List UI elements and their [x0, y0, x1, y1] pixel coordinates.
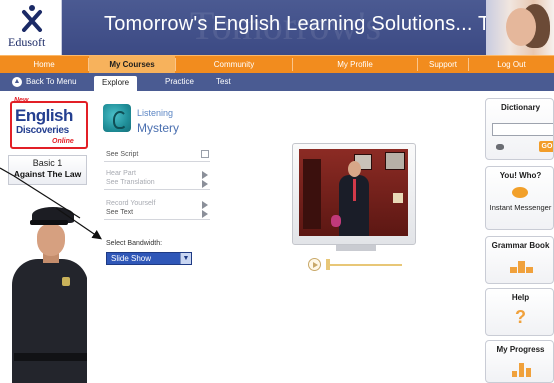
question-mark-icon: ? [515, 307, 526, 327]
nav-log-out[interactable]: Log Out [469, 56, 554, 73]
nav-my-courses[interactable]: My Courses [89, 56, 175, 73]
play-icon [202, 171, 208, 179]
help-widget[interactable]: Help ? [485, 288, 554, 336]
main-nav: Home My Courses Community My Profile Sup… [0, 55, 554, 73]
bandwidth-select[interactable]: Slide Show ▼ [106, 252, 192, 265]
illustration-belt [14, 353, 87, 361]
illustration-body [12, 259, 87, 383]
monitor-stand [336, 245, 376, 251]
video-scene-flowers [331, 215, 341, 227]
nav-support[interactable]: Support [418, 56, 468, 73]
dictionary-widget: Dictionary GO [485, 98, 554, 160]
play-icon [202, 180, 208, 188]
play-icon [202, 201, 208, 209]
tab-test[interactable]: Test [216, 77, 231, 86]
bandwidth-selected-value: Slide Show [111, 254, 152, 263]
dictionary-go-button[interactable]: GO [539, 141, 553, 152]
option-see-script[interactable]: See Script [104, 150, 210, 162]
course-sidebar: New English Discoveries Online Basic 1 A… [8, 93, 88, 383]
chevron-down-icon[interactable]: ▼ [180, 253, 191, 264]
grammar-blocks-icon [510, 261, 534, 273]
english-discoveries-logo[interactable]: New English Discoveries Online [10, 97, 88, 149]
video-progress-track[interactable] [328, 264, 402, 266]
progress-bars-icon [512, 363, 532, 377]
video-scene-tie [353, 179, 356, 201]
play-icon[interactable] [202, 210, 208, 218]
unit-title: Against The Law [13, 169, 82, 179]
dictionary-title: Dictionary [500, 103, 541, 112]
help-title: Help [511, 293, 530, 302]
see-script-checkbox[interactable] [201, 150, 209, 158]
english-discoveries-lesson-page: Tomorrow's Edusoft Tomorrow's English Le… [0, 0, 554, 383]
option-label: See Translation [106, 179, 155, 186]
back-to-menu-link[interactable]: ▲ Back To Menu [12, 77, 77, 88]
back-to-menu-label: Back To Menu [26, 77, 77, 86]
logo-english-text: English [15, 106, 73, 125]
video-player-controls [308, 258, 408, 272]
my-progress-widget[interactable]: My Progress [485, 340, 554, 383]
grammar-book-title: Grammar Book [491, 241, 550, 250]
illustration-badge [62, 277, 70, 286]
photo-face [506, 8, 536, 46]
video-scene-lamp [393, 193, 403, 203]
unit-illustration [8, 193, 87, 383]
nav-my-profile[interactable]: My Profile [293, 56, 417, 73]
site-header: Tomorrow's Edusoft Tomorrow's English Le… [0, 0, 554, 55]
you-who-title: You! Who? [499, 171, 542, 180]
you-who-widget[interactable]: You! Who? Instant Messenger [485, 166, 554, 230]
option-label: See Script [106, 151, 139, 158]
option-hear-part: Hear Part See Translation [104, 170, 210, 190]
option-label: Hear Part [106, 170, 136, 177]
unit-level: Basic 1 [32, 158, 63, 168]
header-photo [486, 0, 554, 55]
option-label[interactable]: See Text [106, 209, 133, 216]
dictionary-search-input[interactable] [492, 123, 553, 136]
logo-online-text: Online [52, 138, 74, 145]
video-frame[interactable] [299, 149, 408, 236]
edusoft-logo[interactable]: Edusoft [0, 0, 62, 55]
globe-icon[interactable] [496, 144, 504, 150]
tab-practice[interactable]: Practice [165, 77, 194, 86]
play-icon[interactable] [308, 258, 321, 271]
video-progress-handle[interactable] [326, 259, 330, 270]
video-scene-door [303, 159, 321, 229]
video-scene-head [348, 161, 361, 177]
nav-community[interactable]: Community [176, 56, 292, 73]
tab-explore[interactable]: Explore [94, 76, 138, 91]
my-progress-title: My Progress [496, 345, 545, 354]
chat-bubble-icon [512, 187, 528, 198]
illustration-face [37, 224, 65, 256]
lesson-subnav: ▲ Back To Menu Explore Practice Test [0, 73, 554, 91]
illustration-visor [30, 220, 68, 225]
bandwidth-label: Select Bandwidth: [106, 240, 163, 247]
back-arrow-icon: ▲ [12, 77, 22, 87]
logo-text: Edusoft [8, 35, 46, 49]
header-title: Tomorrow's English Learning Solutions...… [104, 13, 533, 35]
logo-new-text: New [14, 97, 29, 104]
unit-title-box: Basic 1 Against The Law [8, 155, 87, 185]
lesson-title: Mystery [137, 121, 179, 135]
logo-discoveries-text: Discoveries [16, 125, 69, 136]
nav-home[interactable]: Home [0, 56, 88, 73]
option-label: Record Yourself [106, 200, 156, 207]
video-scene-picture [385, 152, 405, 170]
instant-messenger-label: Instant Messenger [489, 203, 552, 212]
lesson-type: Listening [137, 108, 174, 118]
option-record-yourself[interactable]: Record Yourself See Text [104, 200, 210, 220]
edusoft-x-icon [22, 5, 42, 32]
listening-lesson-icon [103, 104, 131, 132]
grammar-book-widget[interactable]: Grammar Book [485, 236, 554, 284]
